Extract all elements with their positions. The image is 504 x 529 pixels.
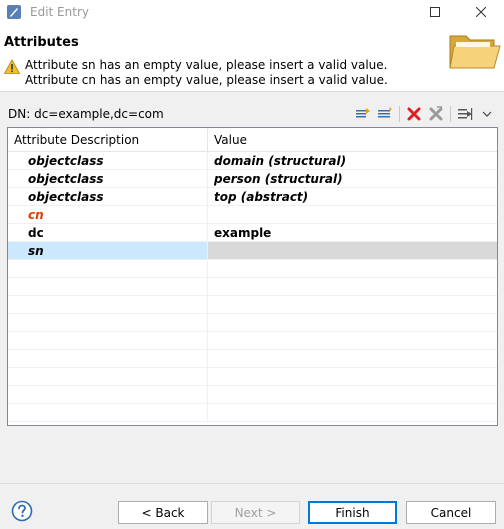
toolbar-separator	[399, 106, 400, 122]
empty-row	[8, 314, 497, 332]
app-icon	[7, 5, 21, 19]
back-button[interactable]: < Back	[118, 501, 208, 524]
dropdown-icon	[482, 111, 492, 117]
warning-message: Attribute sn has an empty value, please …	[4, 58, 440, 88]
next-button[interactable]: Next >	[211, 501, 300, 524]
delete-button[interactable]	[403, 104, 425, 124]
attributes-table[interactable]: Attribute Description Value objectclass …	[7, 127, 498, 426]
wizard-header: Attributes Attribute sn has an empty val…	[0, 24, 504, 92]
expand-icon	[458, 108, 473, 120]
empty-row	[8, 404, 497, 422]
view-menu-button[interactable]	[476, 104, 498, 124]
empty-row	[8, 350, 497, 368]
attribute-toolbar	[352, 104, 498, 124]
folder-icon	[449, 35, 501, 69]
column-header-attribute[interactable]: Attribute Description	[8, 128, 208, 151]
delete-icon	[407, 107, 421, 121]
delete-all-button[interactable]	[425, 104, 447, 124]
empty-row	[8, 260, 497, 278]
empty-row	[8, 278, 497, 296]
close-button[interactable]	[458, 0, 504, 24]
page-title: Attributes	[4, 35, 79, 50]
value-cell[interactable]	[208, 206, 497, 223]
close-icon	[476, 7, 486, 17]
table-row[interactable]: cn	[8, 206, 497, 224]
window-titlebar: Edit Entry	[0, 0, 504, 24]
dn-label: DN: dc=example,dc=com	[8, 107, 164, 121]
warning-text: Attribute sn has an empty value, please …	[25, 58, 388, 87]
edit-value-icon	[378, 107, 392, 118]
table-row[interactable]: objectclass person (structural)	[8, 170, 497, 188]
toolbar-separator	[450, 106, 451, 122]
value-cell[interactable]: top (abstract)	[208, 188, 497, 205]
attribute-cell[interactable]: sn	[8, 242, 208, 259]
empty-row	[8, 368, 497, 386]
add-value-button[interactable]	[352, 104, 374, 124]
attribute-cell[interactable]: cn	[8, 206, 208, 223]
value-cell[interactable]: person (structural)	[208, 170, 497, 187]
attribute-cell[interactable]: objectclass	[8, 152, 208, 169]
maximize-button[interactable]	[412, 0, 458, 24]
empty-row	[8, 296, 497, 314]
warning-icon	[4, 59, 20, 74]
table-row-selected[interactable]: sn	[8, 242, 497, 260]
dn-row: DN: dc=example,dc=com	[8, 104, 498, 124]
value-cell[interactable]: example	[208, 224, 497, 241]
table-row[interactable]: objectclass top (abstract)	[8, 188, 497, 206]
window-title: Edit Entry	[30, 5, 89, 19]
column-header-value[interactable]: Value	[208, 128, 497, 151]
attribute-cell[interactable]: dc	[8, 224, 208, 241]
value-cell[interactable]: domain (structural)	[208, 152, 497, 169]
value-cell-editing[interactable]	[208, 242, 497, 259]
table-header: Attribute Description Value	[8, 128, 497, 152]
attribute-cell[interactable]: objectclass	[8, 188, 208, 205]
maximize-icon	[430, 7, 440, 17]
table-row[interactable]: objectclass domain (structural)	[8, 152, 497, 170]
table-row[interactable]: dc example	[8, 224, 497, 242]
empty-row	[8, 386, 497, 404]
add-value-icon	[356, 108, 370, 118]
help-icon[interactable]	[11, 500, 33, 522]
finish-button[interactable]: Finish	[308, 501, 397, 524]
cancel-button[interactable]: Cancel	[406, 501, 496, 524]
button-bar-separator	[0, 483, 504, 484]
attribute-cell[interactable]: objectclass	[8, 170, 208, 187]
edit-value-button[interactable]	[374, 104, 396, 124]
expand-button[interactable]	[454, 104, 476, 124]
empty-row	[8, 332, 497, 350]
delete-all-icon	[429, 106, 443, 121]
